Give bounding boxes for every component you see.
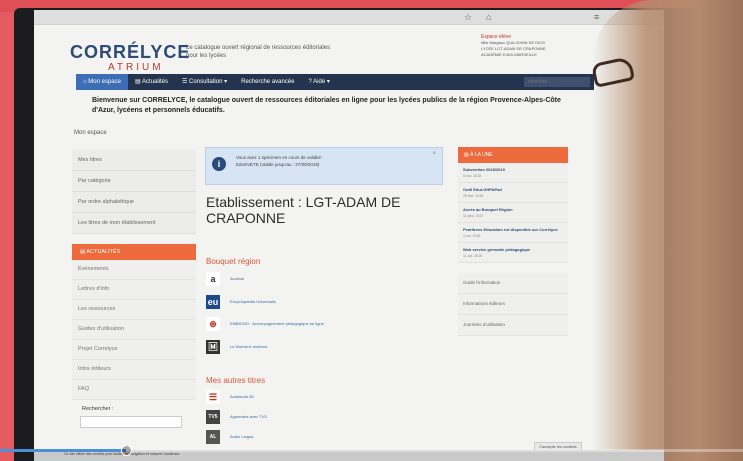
- left-sidebar: Mes titres Par catégorie Par ordre alpha…: [72, 150, 196, 428]
- resource-label[interactable]: EMBIGNO · Accompagnement pédagogique en …: [230, 321, 324, 326]
- news-date: 11 oct. 2016: [463, 254, 483, 258]
- search-input[interactable]: [524, 77, 590, 87]
- resource-label[interactable]: Audio Lingua: [230, 434, 253, 439]
- actualites-heading: ▤ ACTUALITÉS: [72, 244, 196, 260]
- resource-label[interactable]: Acrobat: [230, 276, 244, 281]
- alert-line-1: Vous avez 1 spécimen en cours de validit…: [236, 155, 324, 160]
- actu-guides[interactable]: Guides d'utilisation: [72, 320, 196, 340]
- main-navbar: ⌂ Mon espace ▤ Actualités ☰ Consultation…: [76, 74, 594, 90]
- close-icon[interactable]: ×: [432, 151, 436, 157]
- alert-text: Vous avez 1 spécimen en cours de validit…: [236, 154, 436, 168]
- nav-mon-espace[interactable]: ⌂ Mon espace: [76, 74, 128, 90]
- menu-titres-etablissement[interactable]: Les titres de mon établissement: [72, 213, 196, 234]
- news-item[interactable]: Accès au Bouquet Région 11 janv. 2017: [458, 203, 568, 223]
- user-area: Espace élève Mlle Margaux QUILICHINI DE …: [481, 34, 601, 58]
- acrobat-logo-icon: a: [206, 272, 220, 286]
- nav-recherche-avancee[interactable]: Recherche avancée: [234, 74, 301, 90]
- news-title[interactable]: Web service grenoble pédagogique: [463, 247, 563, 253]
- news-item[interactable]: Web service grenoble pédagogique 11 oct.…: [458, 243, 568, 263]
- autres-titres-title: Mes autres titres: [206, 376, 266, 385]
- resource-label[interactable]: Encyclopædia Universalis: [230, 299, 276, 304]
- breadcrumb[interactable]: Mon espace: [74, 130, 107, 136]
- logo-text: CORRÉLYCE: [70, 42, 191, 62]
- video-progress-fill: [0, 449, 127, 452]
- actu-projet[interactable]: Projet Correlyce: [72, 340, 196, 360]
- alert-line-2[interactable]: EduSVETE (Valide jusqu'au : 27/09/2019): [236, 161, 436, 168]
- actu-faq[interactable]: FAQ: [72, 380, 196, 400]
- home-icon[interactable]: ⌂: [486, 12, 491, 22]
- a-la-une-heading: ▤ À LA UNE: [458, 147, 568, 163]
- news-title[interactable]: Outil EduLOHPAPad: [463, 187, 563, 193]
- actu-lettres-info[interactable]: Lettres d'info: [72, 280, 196, 300]
- resource-label[interactable]: Acadomia 3D: [230, 394, 254, 399]
- user-academy: ACADÉMIE D'AIX-MARSEILLE: [481, 52, 537, 57]
- bouquet-title: Bouquet région: [206, 257, 261, 266]
- specimen-alert: i Vous avez 1 spécimen en cours de valid…: [205, 147, 443, 185]
- news-title[interactable]: Subvention 2018/2019: [463, 167, 563, 173]
- browser-toolbar: ☆ ⌂ ≡: [34, 10, 664, 25]
- universalis-logo-icon: eu: [206, 295, 220, 309]
- logo[interactable]: CORRÉLYCE ATRIUM: [70, 42, 191, 73]
- news-date: 11 janv. 2017: [463, 214, 484, 218]
- nav-actualites[interactable]: ▤ Actualités: [128, 74, 175, 90]
- actu-evenements[interactable]: Événements: [72, 260, 196, 280]
- acadomia-logo-icon: ☰: [206, 390, 220, 404]
- news-date: 28 févr. 2018: [463, 194, 484, 198]
- menu-ordre-alphabetique[interactable]: Par ordre alphabétique: [72, 192, 196, 213]
- browser-screen: ☆ ⌂ ≡ CORRÉLYCE ATRIUM Le catalogue ouve…: [34, 10, 664, 450]
- news-date: 5 nov. 2018: [463, 174, 482, 178]
- page-title: Etablissement : LGT-ADAM DE CRAPONNE: [206, 194, 401, 226]
- right-sidebar: ▤ À LA UNE Subvention 2018/2019 5 nov. 2…: [458, 147, 568, 336]
- embigno-logo-icon: ⊛: [206, 317, 220, 331]
- welcome-text: Bienvenue sur CORRELYCE, le catalogue ou…: [92, 97, 561, 114]
- nav-consultation[interactable]: ☰ Consultation ▾: [175, 74, 234, 90]
- tv5-logo-icon: TV5: [206, 410, 220, 424]
- nav-aide[interactable]: ? Aide ▾: [301, 74, 336, 90]
- right-link-editeurs[interactable]: Informations éditeurs: [458, 294, 568, 315]
- news-item[interactable]: Outil EduLOHPAPad 28 févr. 2018: [458, 183, 568, 203]
- info-icon: i: [212, 157, 226, 171]
- right-link-guide[interactable]: Guide l'information: [458, 273, 568, 294]
- news-title[interactable]: Pearltrees Education est disponible sur …: [463, 227, 563, 233]
- menu-mes-titres[interactable]: Mes titres: [72, 150, 196, 171]
- news-date: 3 oct. 2016: [463, 234, 481, 238]
- news-title[interactable]: Accès au Bouquet Région: [463, 207, 563, 213]
- actu-ressources[interactable]: Les ressources: [72, 300, 196, 320]
- news-item[interactable]: Subvention 2018/2019 5 nov. 2018: [458, 163, 568, 183]
- site-tagline: Le catalogue ouvert régional de ressourc…: [186, 45, 331, 59]
- right-link-journees[interactable]: Journées d'utilisation: [458, 315, 568, 336]
- logo-subtext: ATRIUM: [108, 62, 164, 73]
- resource-label[interactable]: Le Monde.fr archives: [230, 344, 267, 349]
- menu-icon[interactable]: ≡: [594, 12, 599, 22]
- lemonde-logo-icon: 🄼: [206, 340, 220, 354]
- star-icon[interactable]: ☆: [464, 12, 472, 23]
- audio-lingua-logo-icon: AL: [206, 430, 220, 444]
- video-progress-bar[interactable]: [0, 445, 743, 456]
- news-item[interactable]: Pearltrees Education est disponible sur …: [458, 223, 568, 243]
- actu-infos-editeurs[interactable]: Infos éditeurs: [72, 360, 196, 380]
- sidebar-search-label: Rechercher :: [82, 406, 114, 412]
- menu-par-categorie[interactable]: Par catégorie: [72, 171, 196, 192]
- resource-label[interactable]: Apprendre avec TV5: [230, 414, 267, 419]
- sidebar-search-input[interactable]: [80, 416, 182, 428]
